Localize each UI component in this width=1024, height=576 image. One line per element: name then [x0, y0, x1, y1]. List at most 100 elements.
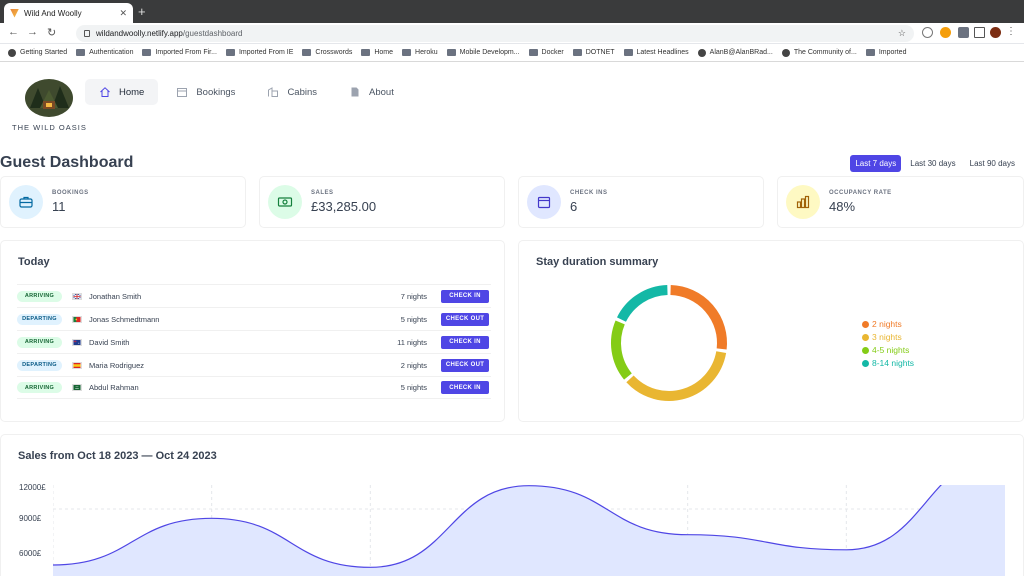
stat-label: OCCUPANCY RATE [829, 190, 892, 196]
filter-last-30-days[interactable]: Last 30 days [905, 155, 960, 172]
legend-label: 3 nights [872, 332, 902, 342]
nav-home[interactable]: Home [85, 79, 159, 105]
bookmark-label: Docker [541, 49, 564, 56]
bookmark-item[interactable]: Home [361, 49, 393, 56]
bookmark-item[interactable]: Docker [528, 49, 564, 56]
bookmark-item[interactable]: Authentication [76, 49, 133, 56]
today-row: DEPARTING Maria Rodriguez 2 nights CHECK… [17, 353, 491, 376]
guest-nights: 11 nights [397, 337, 427, 347]
stat-value: 48% [829, 199, 856, 214]
bookmark-item[interactable]: Crosswords [302, 49, 352, 56]
legend-dot-icon [862, 321, 869, 328]
forward-arrow-icon[interactable]: → [27, 26, 38, 38]
bookmark-label: Latest Headlines [636, 49, 689, 56]
bookmark-label: Mobile Developm... [459, 49, 520, 56]
bookmark-item[interactable]: Getting Started [8, 48, 67, 57]
back-arrow-icon[interactable]: ← [8, 26, 19, 38]
chart-legend: 2 nights 3 nights 4-5 nights 8-14 nights [862, 318, 914, 370]
status-badge: DEPARTING [17, 313, 62, 325]
browser-tab-title: Wild And Woolly [24, 8, 82, 18]
flag-spain-icon [72, 361, 82, 369]
bookmark-item[interactable]: Heroku [402, 49, 438, 56]
today-row: DEPARTING Jonas Schmedtmann 5 nights CHE… [17, 307, 491, 330]
browser-menu-icon[interactable]: ⋮ [1006, 26, 1016, 37]
filter-last-7-days[interactable]: Last 7 days [850, 155, 902, 172]
status-badge: ARRIVING [17, 382, 62, 393]
bookmark-label: Imported From Fir... [155, 49, 217, 56]
date-filter: Last 7 days Last 30 days Last 90 days [850, 155, 1020, 172]
check-out-button[interactable]: CHECK OUT [441, 358, 489, 372]
donut-slice-4-5-nights [611, 320, 632, 380]
stat-value: 11 [52, 199, 66, 214]
reload-icon[interactable]: ↻ [47, 26, 56, 39]
stat-label: BOOKINGS [52, 190, 89, 196]
bookmark-label: Authentication [89, 49, 134, 56]
new-tab-button[interactable]: + [138, 4, 146, 19]
check-in-button[interactable]: CHECK IN [441, 381, 489, 394]
extensions-puzzle-icon[interactable] [958, 27, 969, 38]
extension-lock-icon[interactable] [940, 27, 951, 38]
bookmark-item[interactable]: Imported From IE [225, 49, 294, 56]
nav-cabins-label: Cabins [287, 86, 318, 98]
bookmark-item[interactable]: AlanB@AlanBRad... [697, 48, 773, 57]
folder-icon [623, 49, 633, 56]
filter-last-90-days[interactable]: Last 90 days [965, 155, 1020, 172]
flag-portugal-icon [72, 315, 82, 323]
briefcase-icon [9, 185, 43, 219]
check-in-button[interactable]: CHECK IN [441, 335, 489, 349]
sales-area-chart [53, 485, 1005, 576]
document-icon [351, 87, 359, 97]
sales-area [53, 485, 1005, 576]
nav-bookings-label: Bookings [196, 86, 236, 98]
bookmark-item[interactable]: Imported [865, 49, 906, 56]
bookmark-label: Imported From IE [238, 49, 294, 56]
guest-name: David Smith [89, 337, 130, 347]
bookmark-item[interactable]: Latest Headlines [623, 49, 689, 56]
folder-icon [142, 49, 152, 56]
sidebar-toggle-icon[interactable] [974, 27, 985, 38]
bookmark-star-icon[interactable]: ☆ [898, 28, 906, 39]
cabin-icon [268, 87, 279, 97]
bookmark-item[interactable]: The Community of... [781, 48, 857, 57]
check-in-button[interactable]: CHECK IN [441, 289, 489, 303]
main-nav: Home Bookings Cabins About [85, 79, 408, 105]
legend-label: 4-5 nights [872, 345, 910, 355]
calendar-icon [177, 88, 188, 97]
bookmark-label: AlanB@AlanBRad... [709, 49, 773, 56]
stat-card-sales: SALES £33,285.00 [259, 176, 505, 228]
flag-saudi-arabia-icon [72, 384, 82, 391]
logo-text: THE WILD OASIS [12, 123, 87, 132]
guest-name: Maria Rodriguez [89, 360, 145, 370]
bookmark-item[interactable]: Imported From Fir... [142, 49, 217, 56]
folder-icon [572, 49, 582, 56]
flag-australia-icon [72, 338, 82, 346]
donut-slice-3-nights [626, 351, 727, 401]
stat-value: 6 [570, 199, 578, 214]
close-tab-icon[interactable]: ✕ [119, 8, 127, 19]
browser-tab[interactable]: Wild And Woolly ✕ [4, 3, 133, 23]
donut-slice-2-nights [670, 285, 727, 350]
url-path: /guestdashboard [182, 29, 243, 38]
sales-panel: Sales from Oct 18 2023 — Oct 24 2023 120… [0, 434, 1024, 576]
sales-chart-title: Sales from Oct 18 2023 — Oct 24 2023 [18, 450, 217, 462]
globe-icon [8, 48, 16, 57]
bookmark-label: DOTNET [585, 49, 615, 56]
browser-toolbar: ← → ↻ wildandwoolly.netlify.app/guestdas… [0, 23, 1024, 44]
today-row: ARRIVING Abdul Rahman 5 nights CHECK IN [17, 376, 491, 399]
legend-dot-icon [862, 360, 869, 367]
wild-oasis-logo [25, 79, 73, 117]
profile-avatar[interactable] [990, 27, 1001, 38]
nav-about-label: About [369, 86, 394, 98]
bookmark-item[interactable]: Mobile Developm... [446, 49, 520, 56]
bookmark-item[interactable]: DOTNET [572, 49, 615, 56]
nav-cabins[interactable]: Cabins [253, 79, 331, 105]
stat-value: £33,285.00 [311, 199, 377, 214]
stay-duration-donut-chart [611, 285, 727, 401]
nav-about[interactable]: About [335, 79, 408, 105]
extension-icon[interactable] [922, 27, 933, 38]
nav-bookings[interactable]: Bookings [162, 79, 249, 105]
check-out-button[interactable]: CHECK OUT [441, 312, 489, 326]
folder-icon [76, 49, 86, 56]
address-bar[interactable]: wildandwoolly.netlify.app/guestdashboard… [76, 25, 914, 42]
legend-label: 8-14 nights [872, 358, 915, 368]
